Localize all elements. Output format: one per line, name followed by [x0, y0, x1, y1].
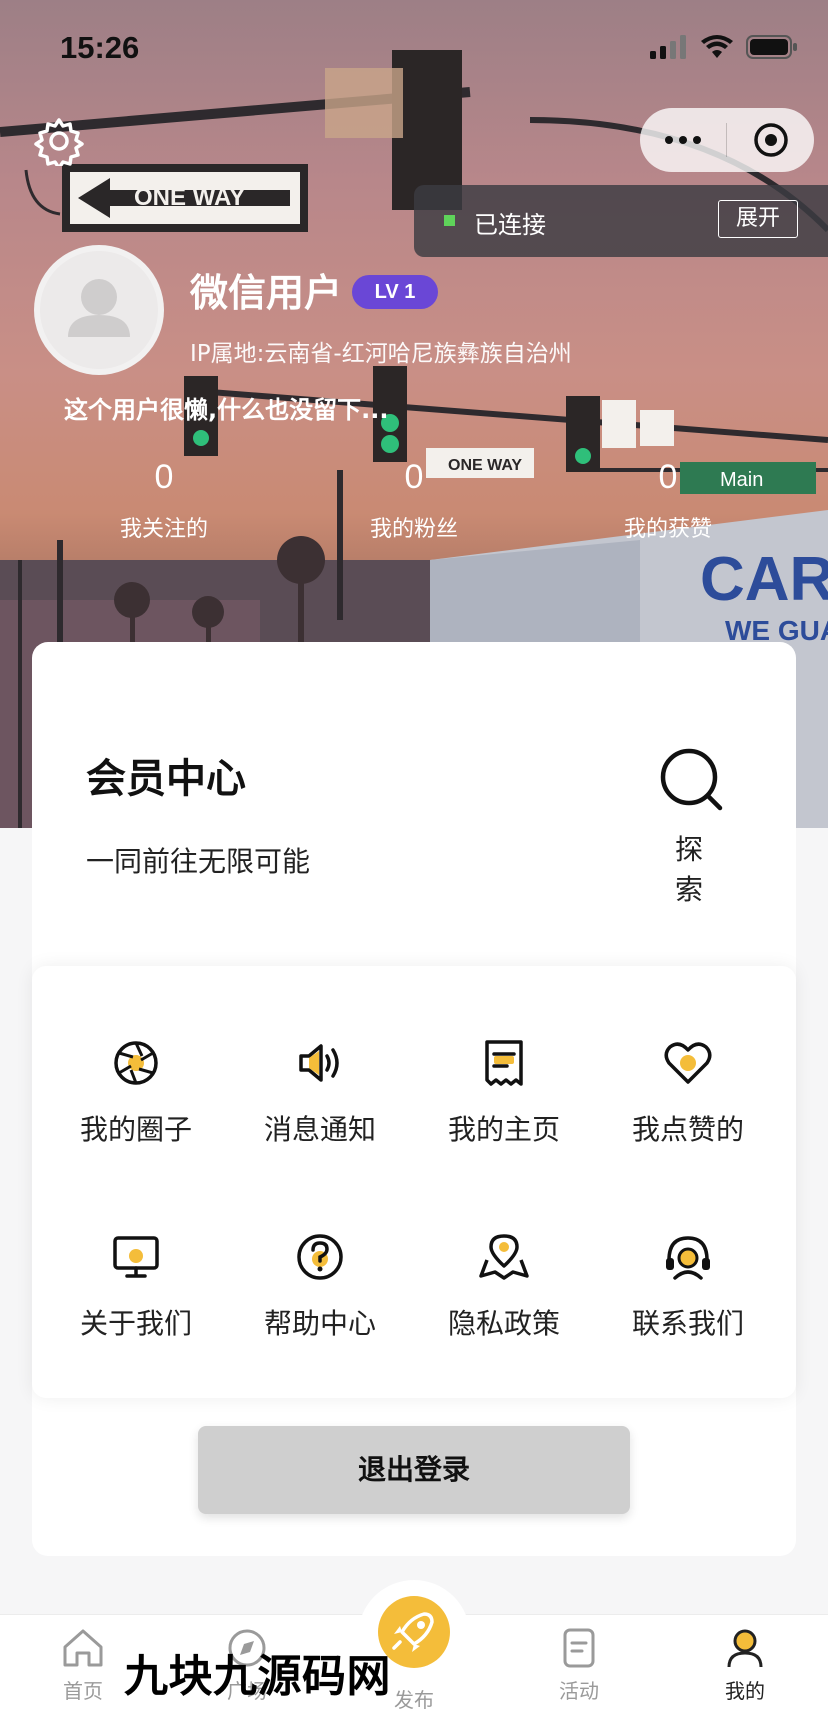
user-placeholder-icon	[68, 279, 130, 337]
menu-item-notifications[interactable]: 消息通知	[228, 1036, 412, 1148]
miniprogram-capsule	[640, 108, 814, 172]
menu-item-my-likes[interactable]: 我点赞的	[596, 1036, 780, 1148]
menu-label: 隐私政策	[447, 1307, 560, 1340]
logout-button[interactable]: 退出登录	[198, 1426, 630, 1514]
speaker-icon	[299, 1044, 339, 1082]
menu-item-my-homepage[interactable]: 我的主页	[412, 1036, 596, 1148]
menu-grid: 我的圈子 消息通知 我的主页 我点赞的 关于我们 帮助中心 隐私政策 联系我们	[32, 966, 796, 1398]
menu-item-help-center[interactable]: 帮助中心	[228, 1230, 412, 1342]
member-center-title[interactable]: 会员中心	[86, 746, 246, 804]
member-center-subtitle: 一同前往无限可能	[86, 845, 311, 878]
map-pin-icon	[479, 1234, 529, 1280]
monitor-icon	[113, 1236, 159, 1278]
connection-status: 已连接	[474, 211, 546, 239]
menu-item-about-us[interactable]: 关于我们	[44, 1230, 228, 1342]
battery-icon	[746, 35, 797, 59]
aperture-icon	[114, 1041, 158, 1085]
target-icon[interactable]	[727, 122, 814, 158]
tab-label: 首页	[63, 1679, 103, 1703]
stat-fans[interactable]: 0 我的粉丝	[314, 458, 514, 543]
menu-item-contact-us[interactable]: 联系我们	[596, 1230, 780, 1342]
level-badge: LV 1	[352, 275, 438, 309]
avatar[interactable]	[34, 245, 164, 375]
wifi-icon	[701, 35, 733, 58]
stat-following[interactable]: 0 我关注的	[64, 458, 264, 543]
menu-label: 帮助中心	[263, 1307, 376, 1340]
svg-text:ONE WAY: ONE WAY	[134, 184, 245, 211]
menu-label: 我的主页	[447, 1113, 560, 1146]
svg-text:CAR: CAR	[700, 545, 828, 614]
status-time: 15:26	[60, 30, 140, 65]
menu-label: 我点赞的	[631, 1113, 744, 1146]
status-icons	[650, 34, 798, 60]
menu-label: 联系我们	[631, 1307, 744, 1340]
connection-banner: 已连接 展开	[414, 185, 828, 257]
settings-button[interactable]	[34, 116, 84, 170]
stat-likes[interactable]: 0 我的获赞	[568, 458, 768, 543]
heart-icon	[664, 1042, 712, 1084]
menu-label: 消息通知	[263, 1113, 376, 1146]
ip-location: IP属地:云南省-红河哈尼族彝族自治州	[190, 341, 572, 367]
help-icon	[297, 1234, 343, 1280]
stat-label: 我的粉丝	[369, 517, 458, 542]
main-card: 会员中心 一同前往无限可能 探 索 我的圈子 消息通知 我的主页 我点赞的 关于…	[32, 642, 796, 1556]
stat-value: 0	[154, 458, 174, 496]
receipt-icon	[485, 1040, 523, 1086]
more-dots-icon[interactable]	[640, 108, 726, 172]
menu-label: 我的圈子	[79, 1113, 192, 1146]
home-icon	[63, 1629, 103, 1667]
stat-value: 0	[658, 458, 678, 496]
watermark-text: 九块九源码网 www.9k9ym.com	[124, 1651, 550, 1710]
signal-icon	[650, 35, 686, 59]
headset-icon	[666, 1236, 710, 1280]
menu-label: 关于我们	[79, 1307, 192, 1340]
gear-icon	[34, 118, 84, 170]
menu-item-my-circle[interactable]: 我的圈子	[44, 1036, 228, 1148]
user-bio: 这个用户很懒,什么也没留下...	[64, 396, 389, 424]
stat-value: 0	[404, 458, 424, 496]
explore-label: 探 索	[674, 833, 709, 906]
stat-label: 我的获赞	[623, 517, 712, 542]
username: 微信用户	[190, 271, 343, 315]
stat-label: 我关注的	[119, 517, 208, 542]
menu-item-privacy-policy[interactable]: 隐私政策	[412, 1230, 596, 1342]
tab-home[interactable]: 首页	[28, 1627, 138, 1704]
explore-button[interactable]: 探 索	[652, 746, 732, 908]
connected-status-dot	[444, 215, 455, 226]
search-icon	[660, 748, 723, 811]
expand-button[interactable]: 展开	[718, 200, 798, 238]
